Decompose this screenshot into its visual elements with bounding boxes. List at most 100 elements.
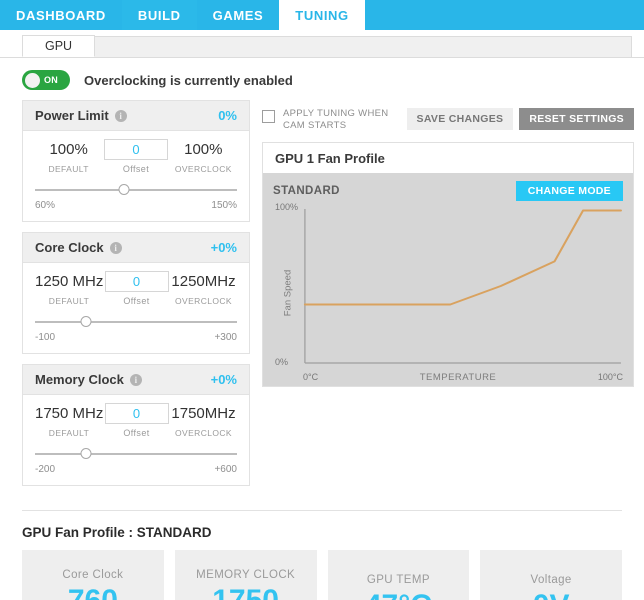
range-row: -100 +300	[35, 332, 237, 343]
x-axis-min-label: 0°C	[303, 372, 319, 382]
slider-track	[35, 189, 237, 191]
y-axis-title: Fan Speed	[282, 269, 294, 316]
overclocking-row: ON Overclocking is currently enabled	[0, 58, 644, 100]
panel-memory-clock: Memory Clock i +0% 1750 MHz DEFAULT 0 Of…	[22, 364, 250, 486]
panel-percent-value: 0%	[218, 108, 237, 123]
range-max: +300	[214, 332, 237, 343]
change-mode-button[interactable]: CHANGE MODE	[515, 181, 623, 201]
default-cell: 1750 MHz DEFAULT	[35, 404, 103, 438]
info-icon[interactable]: i	[129, 373, 142, 386]
range-max: +600	[214, 464, 237, 475]
offset-cell: 0 Offset	[103, 271, 170, 306]
core-clock-slider[interactable]	[35, 314, 237, 330]
panel-header: Power Limit i 0%	[23, 101, 249, 131]
panel-percent-value: +0%	[210, 372, 237, 387]
slider-knob[interactable]	[80, 448, 91, 459]
default-label: DEFAULT	[48, 295, 90, 306]
overclock-cell: 1750MHz OVERCLOCK	[170, 404, 237, 438]
stat-label: GPU TEMP	[366, 574, 430, 586]
overclocking-status-text: Overclocking is currently enabled	[84, 72, 293, 88]
stat-value: 47°C	[365, 588, 432, 600]
default-label: DEFAULT	[48, 427, 90, 438]
apply-tuning-checkbox[interactable]	[262, 110, 275, 123]
fan-profile-column: APPLY TUNING WHEN CAM STARTS SAVE CHANGE…	[262, 100, 634, 387]
y-axis-min-label: 0%	[275, 357, 289, 367]
x-axis-max-label: 100°C	[597, 372, 623, 382]
info-icon[interactable]: i	[114, 109, 127, 122]
range-row: 60% 150%	[35, 200, 237, 211]
default-value: 100%	[49, 140, 88, 158]
default-value: 1250 MHz	[35, 272, 104, 290]
sub-tab-gpu[interactable]: GPU	[22, 35, 96, 57]
overclock-cell: 1250MHz OVERCLOCK	[170, 272, 237, 306]
save-changes-button[interactable]: SAVE CHANGES	[406, 108, 514, 130]
values-row: 100% DEFAULT 0 Offset 100% OVERCLOCK	[35, 139, 237, 174]
chart-header: STANDARD CHANGE MODE	[273, 181, 623, 201]
info-icon[interactable]: i	[109, 241, 122, 254]
panel-header: Memory Clock i +0%	[23, 365, 249, 395]
panel-title-memory-clock: Memory Clock	[35, 372, 124, 387]
memory-clock-slider[interactable]	[35, 446, 237, 462]
stat-value: 1750	[212, 583, 279, 600]
overclock-value: 1250MHz	[171, 272, 236, 290]
tab-tuning[interactable]: TUNING	[279, 0, 365, 30]
stat-card-core-clock: Core Clock 760 MHZ	[22, 550, 164, 600]
panel-title-core-clock: Core Clock	[35, 240, 104, 255]
apply-and-actions-row: APPLY TUNING WHEN CAM STARTS SAVE CHANGE…	[262, 100, 634, 132]
fan-curve-svg	[303, 209, 622, 364]
stat-label: MEMORY CLOCK	[196, 568, 296, 581]
default-cell: 1250 MHz DEFAULT	[35, 272, 103, 306]
default-value: 1750 MHz	[35, 404, 104, 422]
tab-build[interactable]: BUILD	[121, 0, 197, 30]
panel-header: Core Clock i +0%	[23, 233, 249, 263]
reset-settings-button[interactable]: RESET SETTINGS	[519, 108, 634, 130]
stat-label: Core Clock	[62, 568, 124, 581]
overclock-label: OVERCLOCK	[175, 295, 232, 306]
y-axis-max-label: 100%	[275, 202, 299, 212]
slider-knob[interactable]	[118, 184, 130, 195]
offset-label: Offset	[123, 296, 150, 306]
stat-card-gpu-temp: GPU TEMP 47°C	[327, 550, 470, 600]
slider-track	[35, 321, 237, 323]
stat-cards-row: Core Clock 760 MHZ MEMORY CLOCK 1750 MHZ…	[0, 550, 644, 600]
slider-knob[interactable]	[80, 316, 91, 327]
default-cell: 100% DEFAULT	[35, 140, 102, 174]
tab-dashboard[interactable]: DASHBOARD	[0, 0, 122, 30]
main-tab-bar: DASHBOARD BUILD GAMES TUNING	[0, 0, 644, 30]
gpu-fan-profile-summary: GPU Fan Profile : STANDARD	[22, 525, 212, 540]
sub-tab-background	[22, 36, 632, 57]
offset-cell: 0 Offset	[102, 139, 169, 174]
sub-tab-bar: GPU	[0, 30, 644, 58]
overclock-value: 100%	[184, 140, 223, 158]
overclock-value: 1750MHz	[171, 404, 236, 422]
offset-cell: 0 Offset	[103, 403, 170, 438]
toggle-state-label: ON	[44, 75, 59, 85]
values-row: 1750 MHz DEFAULT 0 Offset 1750MHz OVERCL…	[35, 403, 237, 438]
x-axis-labels: 0°C TEMPERATURE 100°C	[303, 372, 623, 383]
offset-input[interactable]: 0	[103, 139, 168, 160]
fan-mode-name: STANDARD	[273, 185, 340, 197]
offset-input[interactable]: 0	[104, 271, 169, 292]
panel-power-limit: Power Limit i 0% 100% DEFAULT 0 Offset 1…	[22, 100, 250, 222]
overclock-cell: 100% OVERCLOCK	[170, 140, 237, 174]
action-buttons: SAVE CHANGES RESET SETTINGS	[406, 108, 634, 130]
offset-input[interactable]: 0	[104, 403, 169, 424]
panel-core-clock: Core Clock i +0% 1250 MHz DEFAULT 0 Offs…	[22, 232, 250, 354]
panel-percent-value: +0%	[210, 240, 237, 255]
fan-curve-line	[303, 209, 622, 306]
slider-track	[35, 453, 237, 455]
overclocking-toggle[interactable]: ON	[22, 70, 70, 90]
range-min: -100	[35, 332, 56, 343]
overclock-label: OVERCLOCK	[175, 427, 232, 438]
offset-label: Offset	[122, 164, 150, 174]
panel-body: 100% DEFAULT 0 Offset 100% OVERCLOCK 60%…	[23, 131, 249, 221]
stat-card-voltage: Voltage 0V	[480, 550, 622, 600]
x-axis-title: TEMPERATURE	[419, 372, 497, 383]
power-limit-slider[interactable]	[35, 182, 237, 198]
toggle-knob	[25, 72, 40, 88]
stat-value: 760	[67, 583, 118, 600]
tab-games[interactable]: GAMES	[196, 0, 280, 30]
stat-value: 0V	[533, 588, 570, 600]
overclock-label: OVERCLOCK	[174, 163, 232, 174]
range-min: 60%	[35, 200, 56, 211]
